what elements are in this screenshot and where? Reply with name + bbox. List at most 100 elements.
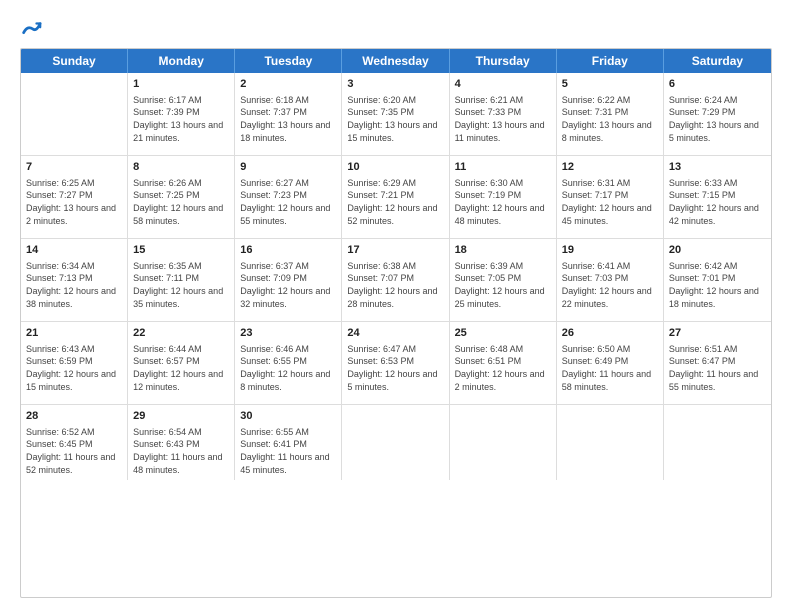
cell-date: 4 [455,77,551,92]
calendar-cell: 22Sunrise: 6:44 AMSunset: 6:57 PMDayligh… [128,322,235,404]
cell-info: Sunrise: 6:42 AMSunset: 7:01 PMDaylight:… [669,260,766,310]
calendar-cell: 26 Sunrise: 6:50 AMSunset: 6:49 PMDayligh… [557,322,664,404]
calendar-cell [342,405,449,480]
cell-info: Sunrise: 6:35 AMSunset: 7:11 PMDaylight:… [133,260,229,310]
header-day-friday: Friday [557,49,664,73]
calendar-week-2: 7 Sunrise: 6:25 AMSunset: 7:27 PMDaylight… [21,156,771,239]
cell-info: Sunrise: 6:50 AMSunset: 6:49 PMDaylight:… [562,343,658,393]
calendar-cell: 8 Sunrise: 6:26 AMSunset: 7:25 PMDaylight… [128,156,235,238]
cell-date: 11 [455,160,551,175]
calendar: SundayMondayTuesdayWednesdayThursdayFrid… [20,48,772,598]
cell-info: Sunrise: 6:41 AMSunset: 7:03 PMDaylight:… [562,260,658,310]
cell-info: Sunrise: 6:20 AMSunset: 7:35 PMDaylight:… [347,94,443,144]
calendar-cell: 2 Sunrise: 6:18 AMSunset: 7:37 PMDaylight… [235,73,342,155]
calendar-week-3: 14 Sunrise: 6:34 AMSunset: 7:13 PMDayligh… [21,239,771,322]
cell-date: 23 [240,326,336,341]
calendar-cell: 4 Sunrise: 6:21 AMSunset: 7:33 PMDaylight… [450,73,557,155]
cell-info: Sunrise: 6:52 AMSunset: 6:45 PMDaylight:… [26,426,122,476]
calendar-cell [450,405,557,480]
calendar-cell: 6 Sunrise: 6:24 AMSunset: 7:29 PMDaylight… [664,73,771,155]
cell-date: 8 [133,160,229,175]
calendar-cell: 20 Sunrise: 6:42 AMSunset: 7:01 PMDayligh… [664,239,771,321]
page: SundayMondayTuesdayWednesdayThursdayFrid… [0,0,792,612]
cell-info: Sunrise: 6:31 AMSunset: 7:17 PMDaylight:… [562,177,658,227]
header-day-saturday: Saturday [664,49,771,73]
calendar-cell [21,73,128,155]
cell-info: Sunrise: 6:55 AMSunset: 6:41 PMDaylight:… [240,426,336,476]
calendar-cell: 30 Sunrise: 6:55 AMSunset: 6:41 PMDayligh… [235,405,342,480]
cell-info: Sunrise: 6:33 AMSunset: 7:15 PMDaylight:… [669,177,766,227]
header-day-thursday: Thursday [450,49,557,73]
calendar-cell: 3 Sunrise: 6:20 AMSunset: 7:35 PMDaylight… [342,73,449,155]
cell-date: 26 [562,326,658,341]
cell-info: Sunrise: 6:48 AMSunset: 6:51 PMDaylight:… [455,343,551,393]
cell-date: 15 [133,243,229,258]
cell-info: Sunrise: 6:34 AMSunset: 7:13 PMDaylight:… [26,260,122,310]
calendar-cell: 5 Sunrise: 6:22 AMSunset: 7:31 PMDaylight… [557,73,664,155]
cell-date: 1 [133,77,229,92]
cell-date: 21 [26,326,122,341]
calendar-cell: 29 Sunrise: 6:54 AMSunset: 6:43 PMDayligh… [128,405,235,480]
cell-date: 14 [26,243,122,258]
calendar-cell: 7 Sunrise: 6:25 AMSunset: 7:27 PMDaylight… [21,156,128,238]
calendar-cell: 18 Sunrise: 6:39 AMSunset: 7:05 PMDayligh… [450,239,557,321]
cell-date: 7 [26,160,122,175]
cell-info: Sunrise: 6:22 AMSunset: 7:31 PMDaylight:… [562,94,658,144]
cell-date: 6 [669,77,766,92]
calendar-cell: 16Sunrise: 6:37 AMSunset: 7:09 PMDayligh… [235,239,342,321]
calendar-cell: 21Sunrise: 6:43 AMSunset: 6:59 PMDayligh… [21,322,128,404]
cell-date: 3 [347,77,443,92]
calendar-cell: 11Sunrise: 6:30 AMSunset: 7:19 PMDayligh… [450,156,557,238]
cell-info: Sunrise: 6:46 AMSunset: 6:55 PMDaylight:… [240,343,336,393]
cell-date: 24 [347,326,443,341]
header [20,18,772,40]
cell-date: 12 [562,160,658,175]
calendar-week-4: 21Sunrise: 6:43 AMSunset: 6:59 PMDayligh… [21,322,771,405]
header-day-monday: Monday [128,49,235,73]
cell-date: 10 [347,160,443,175]
calendar-cell: 27 Sunrise: 6:51 AMSunset: 6:47 PMDayligh… [664,322,771,404]
cell-info: Sunrise: 6:26 AMSunset: 7:25 PMDaylight:… [133,177,229,227]
cell-info: Sunrise: 6:54 AMSunset: 6:43 PMDaylight:… [133,426,229,476]
logo [20,18,42,40]
cell-info: Sunrise: 6:47 AMSunset: 6:53 PMDaylight:… [347,343,443,393]
cell-date: 25 [455,326,551,341]
cell-info: Sunrise: 6:51 AMSunset: 6:47 PMDaylight:… [669,343,766,393]
cell-date: 30 [240,409,336,424]
cell-info: Sunrise: 6:39 AMSunset: 7:05 PMDaylight:… [455,260,551,310]
calendar-cell: 19 Sunrise: 6:41 AMSunset: 7:03 PMDayligh… [557,239,664,321]
header-day-tuesday: Tuesday [235,49,342,73]
calendar-week-5: 28 Sunrise: 6:52 AMSunset: 6:45 PMDayligh… [21,405,771,480]
cell-date: 2 [240,77,336,92]
cell-info: Sunrise: 6:38 AMSunset: 7:07 PMDaylight:… [347,260,443,310]
calendar-week-1: 1Sunrise: 6:17 AMSunset: 7:39 PMDaylight… [21,73,771,156]
cell-date: 18 [455,243,551,258]
calendar-cell: 12 Sunrise: 6:31 AMSunset: 7:17 PMDayligh… [557,156,664,238]
calendar-cell: 28 Sunrise: 6:52 AMSunset: 6:45 PMDayligh… [21,405,128,480]
cell-info: Sunrise: 6:44 AMSunset: 6:57 PMDaylight:… [133,343,229,393]
calendar-cell: 1Sunrise: 6:17 AMSunset: 7:39 PMDaylight… [128,73,235,155]
calendar-cell: 14 Sunrise: 6:34 AMSunset: 7:13 PMDayligh… [21,239,128,321]
calendar-cell: 10 Sunrise: 6:29 AMSunset: 7:21 PMDayligh… [342,156,449,238]
calendar-cell [557,405,664,480]
calendar-body: 1Sunrise: 6:17 AMSunset: 7:39 PMDaylight… [21,73,771,480]
cell-date: 19 [562,243,658,258]
calendar-cell: 15 Sunrise: 6:35 AMSunset: 7:11 PMDayligh… [128,239,235,321]
calendar-cell: 24 Sunrise: 6:47 AMSunset: 6:53 PMDayligh… [342,322,449,404]
cell-date: 16 [240,243,336,258]
calendar-cell: 23 Sunrise: 6:46 AMSunset: 6:55 PMDayligh… [235,322,342,404]
cell-info: Sunrise: 6:29 AMSunset: 7:21 PMDaylight:… [347,177,443,227]
cell-date: 20 [669,243,766,258]
cell-date: 27 [669,326,766,341]
logo-icon [20,18,42,40]
cell-info: Sunrise: 6:18 AMSunset: 7:37 PMDaylight:… [240,94,336,144]
cell-info: Sunrise: 6:24 AMSunset: 7:29 PMDaylight:… [669,94,766,144]
calendar-header: SundayMondayTuesdayWednesdayThursdayFrid… [21,49,771,73]
calendar-cell: 13Sunrise: 6:33 AMSunset: 7:15 PMDayligh… [664,156,771,238]
cell-date: 5 [562,77,658,92]
cell-date: 29 [133,409,229,424]
cell-date: 28 [26,409,122,424]
cell-date: 9 [240,160,336,175]
cell-info: Sunrise: 6:21 AMSunset: 7:33 PMDaylight:… [455,94,551,144]
cell-info: Sunrise: 6:25 AMSunset: 7:27 PMDaylight:… [26,177,122,227]
